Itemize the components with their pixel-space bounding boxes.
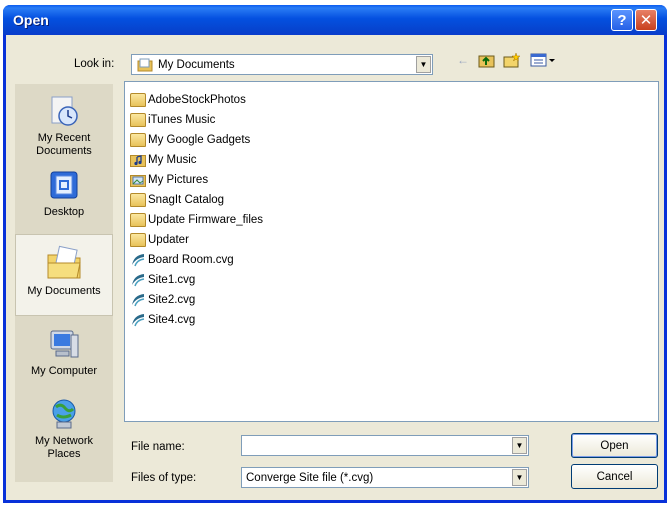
file-type-label: Files of type: bbox=[131, 472, 197, 484]
place-label-line2: Documents bbox=[36, 145, 92, 157]
folder-icon bbox=[130, 133, 146, 147]
help-icon: ? bbox=[617, 11, 627, 29]
file-name: Site1.cvg bbox=[148, 274, 196, 286]
back-arrow-icon[interactable]: ← bbox=[454, 52, 472, 68]
list-item[interactable]: Site1.cvg bbox=[130, 271, 195, 289]
desktop-icon bbox=[50, 171, 78, 199]
place-label-line1: My Documents bbox=[27, 285, 101, 297]
my-computer-icon bbox=[50, 330, 79, 358]
look-in-value: My Documents bbox=[158, 59, 235, 71]
list-item[interactable]: iTunes Music bbox=[130, 111, 215, 129]
file-name-input[interactable] bbox=[244, 437, 509, 454]
file-list[interactable]: AdobeStockPhotos iTunes Music My Google … bbox=[124, 81, 659, 422]
folder-icon bbox=[130, 113, 146, 127]
places-bar: My Recent Documents Desktop My Documents… bbox=[15, 84, 113, 482]
list-item[interactable]: SnagIt Catalog bbox=[130, 191, 224, 209]
file-name-combo[interactable]: ▼ bbox=[241, 435, 529, 456]
place-my-recent-documents[interactable]: My Recent Documents bbox=[15, 94, 113, 158]
recent-documents-icon bbox=[51, 96, 78, 126]
folder-icon bbox=[130, 93, 146, 107]
place-label-line2: Places bbox=[47, 448, 81, 460]
file-type-value: Converge Site file (*.cvg) bbox=[246, 472, 374, 484]
chevron-down-icon[interactable]: ▼ bbox=[416, 56, 431, 73]
my-documents-small-icon bbox=[137, 58, 153, 72]
cvg-file-icon bbox=[132, 274, 145, 287]
list-item[interactable]: My Pictures bbox=[130, 171, 208, 189]
help-button[interactable]: ? bbox=[611, 9, 633, 31]
list-item[interactable]: Update Firmware_files bbox=[130, 211, 263, 229]
list-item[interactable]: Site2.cvg bbox=[130, 291, 195, 309]
place-my-documents[interactable]: My Documents bbox=[15, 234, 113, 316]
place-my-network-places[interactable]: My Network Places bbox=[15, 397, 113, 461]
place-label-line1: My Recent bbox=[37, 132, 91, 144]
file-name: Site2.cvg bbox=[148, 294, 196, 306]
file-name: My Google Gadgets bbox=[148, 134, 251, 146]
file-name: My Music bbox=[148, 154, 197, 166]
title-bar[interactable]: Open ? ✕ bbox=[3, 5, 667, 35]
file-type-dropdown[interactable]: Converge Site file (*.cvg) ▼ bbox=[241, 467, 529, 488]
file-name: SnagIt Catalog bbox=[148, 194, 225, 206]
network-places-icon bbox=[52, 399, 76, 429]
chevron-down-icon[interactable]: ▼ bbox=[512, 437, 527, 454]
place-label-line1: My Network bbox=[34, 435, 94, 447]
chevron-down-icon[interactable]: ▼ bbox=[512, 469, 527, 486]
folder-icon bbox=[130, 233, 146, 247]
list-item[interactable]: Updater bbox=[130, 231, 189, 249]
file-name-label: File name: bbox=[131, 441, 185, 453]
list-item[interactable]: Site4.cvg bbox=[130, 311, 195, 329]
close-button[interactable]: ✕ bbox=[635, 9, 657, 31]
file-name: Update Firmware_files bbox=[148, 214, 264, 226]
place-label-line1: Desktop bbox=[43, 206, 85, 218]
place-desktop[interactable]: Desktop bbox=[15, 168, 113, 219]
up-folder-icon[interactable] bbox=[478, 52, 496, 68]
list-item[interactable]: My Google Gadgets bbox=[130, 131, 250, 149]
new-folder-icon[interactable] bbox=[503, 52, 521, 68]
cvg-file-icon bbox=[132, 254, 145, 267]
file-name: Site4.cvg bbox=[148, 314, 196, 326]
place-label-line1: My Computer bbox=[30, 365, 98, 377]
views-menu-icon[interactable] bbox=[530, 52, 556, 68]
file-name: Updater bbox=[148, 234, 189, 246]
file-name: iTunes Music bbox=[148, 114, 216, 126]
file-name: AdobeStockPhotos bbox=[148, 94, 246, 106]
pictures-folder-icon bbox=[130, 175, 146, 187]
list-item[interactable]: My Music bbox=[130, 151, 197, 169]
close-icon: ✕ bbox=[639, 12, 653, 29]
list-item[interactable]: Board Room.cvg bbox=[130, 251, 234, 269]
music-folder-icon bbox=[130, 155, 146, 167]
file-name: My Pictures bbox=[148, 174, 209, 186]
list-item[interactable]: AdobeStockPhotos bbox=[130, 91, 246, 109]
cvg-file-icon bbox=[132, 294, 145, 307]
dialog-title: Open bbox=[13, 12, 49, 28]
look-in-label: Look in: bbox=[74, 58, 115, 70]
cancel-button[interactable]: Cancel bbox=[571, 464, 658, 489]
look-in-dropdown[interactable]: My Documents ▼ bbox=[131, 54, 433, 75]
file-name: Board Room.cvg bbox=[148, 254, 234, 266]
my-documents-icon bbox=[47, 245, 81, 279]
cvg-file-icon bbox=[132, 314, 145, 327]
open-button[interactable]: Open bbox=[571, 433, 658, 458]
folder-icon bbox=[130, 213, 146, 227]
place-my-computer[interactable]: My Computer bbox=[15, 327, 113, 378]
folder-icon bbox=[130, 193, 146, 207]
